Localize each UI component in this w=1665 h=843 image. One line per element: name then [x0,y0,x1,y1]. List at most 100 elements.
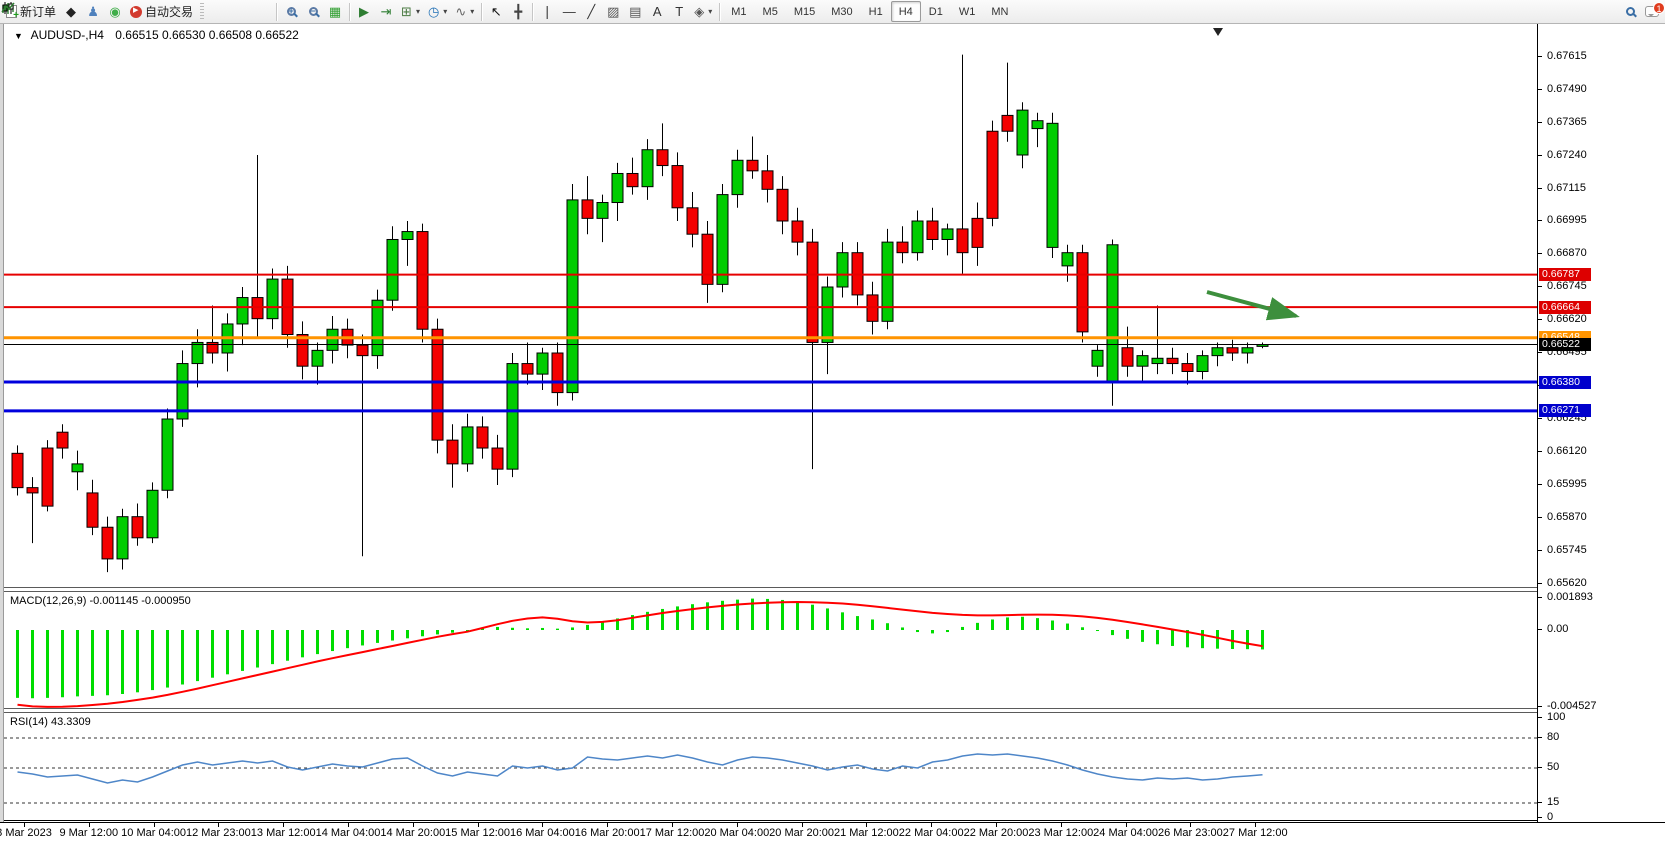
auto-scroll-button[interactable]: ▶ [353,1,375,22]
auto-trading-button[interactable]: 自动交易 [126,1,197,22]
rsi-axis-label: 100 [1547,711,1565,723]
macd-axis-label: 0.001893 [1547,591,1593,603]
candle-body [297,335,308,367]
time-axis-tick [737,823,738,827]
time-axis-tick [89,823,90,827]
timeframe-m30-button[interactable]: M30 [823,1,860,22]
candle-body [492,448,503,469]
trendline-icon: ╱ [587,5,595,18]
axis-tick [1538,484,1542,485]
timeframe-label: M5 [759,6,782,18]
timeframe-h1-button[interactable]: H1 [861,1,891,22]
timeframe-w1-button[interactable]: W1 [951,1,984,22]
price-axis-label: 0.67240 [1547,149,1587,161]
trendline-button[interactable]: ╱ [580,1,602,22]
rsi-label: RSI(14) 43.3309 [10,716,91,728]
candle-body [927,221,938,239]
candle-body [267,279,278,319]
new-chart-button[interactable]: ⊞▾ [397,1,424,22]
cursor-button[interactable]: ↖ [485,1,507,22]
timeframe-mn-button[interactable]: MN [983,1,1016,22]
horizontal-line-button[interactable]: — [558,1,580,22]
candlestick-chart[interactable] [4,24,1537,588]
candle-body [1077,253,1088,332]
time-axis-label: 17 Mar 12:00 [640,827,705,839]
price-axis-label: 0.66870 [1547,247,1587,259]
main-chart-panel[interactable]: ▼ AUDUSD-,H4 0.66515 0.66530 0.66508 0.6… [4,24,1537,588]
search-icon [1626,7,1635,16]
equidistant-channel-icon: ▨ [607,5,619,18]
timeframe-h4-button[interactable]: H4 [891,1,921,22]
crosshair-button[interactable]: ╋ [507,1,529,22]
notifications-button[interactable]: 1 [1641,1,1663,22]
line-chart-icon [0,0,16,16]
zoom-out-button[interactable]: − [302,1,324,22]
zoom-in-button[interactable]: + [280,1,302,22]
rsi-panel[interactable]: RSI(14) 43.3309 [4,712,1537,821]
time-axis[interactable]: 8 Mar 20239 Mar 12:0010 Mar 04:0012 Mar … [0,822,1665,843]
candlestick-chart-button[interactable] [229,1,251,22]
search-button[interactable] [1619,1,1641,22]
candle-body [387,239,398,300]
timeframe-label: M30 [827,6,856,18]
price-axis-label: 0.66745 [1547,280,1587,292]
fibonacci-button[interactable]: ▤ [624,1,646,22]
candle-body [447,440,458,464]
rsi-axis-label: 50 [1547,761,1559,773]
tile-windows-icon: ▦ [329,5,341,18]
candle-body [1032,121,1043,129]
time-axis-tick [672,823,673,827]
text-label-button[interactable]: T [668,1,690,22]
axis-tick [1538,319,1542,320]
axis-tick [1538,517,1542,518]
periods-button[interactable]: ◷▾ [424,1,451,22]
candle-body [897,242,908,253]
fibonacci-icon: ▤ [629,5,641,18]
text-button[interactable]: A [646,1,668,22]
macd-panel[interactable]: MACD(12,26,9) -0.001145 -0.000950 [4,591,1537,709]
vertical-line-button[interactable]: ❘ [536,1,558,22]
chart-menu-icon[interactable]: ▼ [14,31,23,41]
chart-window: ▼ AUDUSD-,H4 0.66515 0.66530 0.66508 0.6… [0,24,1665,843]
chevron-down-icon: ▾ [470,7,474,16]
time-axis-label: 16 Mar 04:00 [510,827,575,839]
line-chart-button[interactable] [251,1,273,22]
tile-windows-button[interactable]: ▦ [324,1,346,22]
chevron-down-icon: ▾ [416,7,420,16]
candle-body [567,200,578,393]
price-axis-label: 0.65620 [1547,577,1587,589]
arrows-button[interactable]: ◈▾ [690,1,716,22]
gold-seal-icon[interactable]: ◆ [60,1,82,22]
time-axis-label: 24 Mar 04:00 [1093,827,1158,839]
timeframe-m15-button[interactable]: M15 [786,1,823,22]
candle-body [1047,123,1058,247]
timeframe-m5-button[interactable]: M5 [755,1,786,22]
time-axis-tick [218,823,219,827]
macd-label: MACD(12,26,9) -0.001145 -0.000950 [10,595,191,607]
time-axis-label: 16 Mar 20:00 [575,827,640,839]
templates-button[interactable]: ∿▾ [451,1,478,22]
candle-body [42,448,53,506]
expert-advisor-icon[interactable]: ♟ [82,1,104,22]
signals-icon: ◉ [109,5,120,18]
rsi-axis-label: 15 [1547,796,1559,808]
signals-icon[interactable]: ◉ [104,1,126,22]
candle-body [552,353,563,393]
ohlc-label: 0.66515 0.66530 0.66508 0.66522 [115,28,299,42]
axis-tick [1538,802,1542,803]
timeframe-d1-button[interactable]: D1 [921,1,951,22]
timeframe-m1-button[interactable]: M1 [723,1,754,22]
bar-chart-button[interactable] [207,1,229,22]
time-axis-tick [24,823,25,827]
candle-body [582,200,593,218]
axis-tick [1538,767,1542,768]
price-axis[interactable]: 0.676150.674900.673650.672400.671150.669… [1537,24,1665,822]
chart-shift-button[interactable]: ⇥ [375,1,397,22]
equidistant-channel-button[interactable]: ▨ [602,1,624,22]
time-axis-label: 21 Mar 12:00 [834,827,899,839]
price-level-badge: 0.66380 [1539,376,1591,389]
zoom-out-icon: − [309,7,318,16]
time-axis-label: 27 Mar 12:00 [1223,827,1288,839]
candle-body [402,232,413,240]
candle-body [657,150,668,166]
